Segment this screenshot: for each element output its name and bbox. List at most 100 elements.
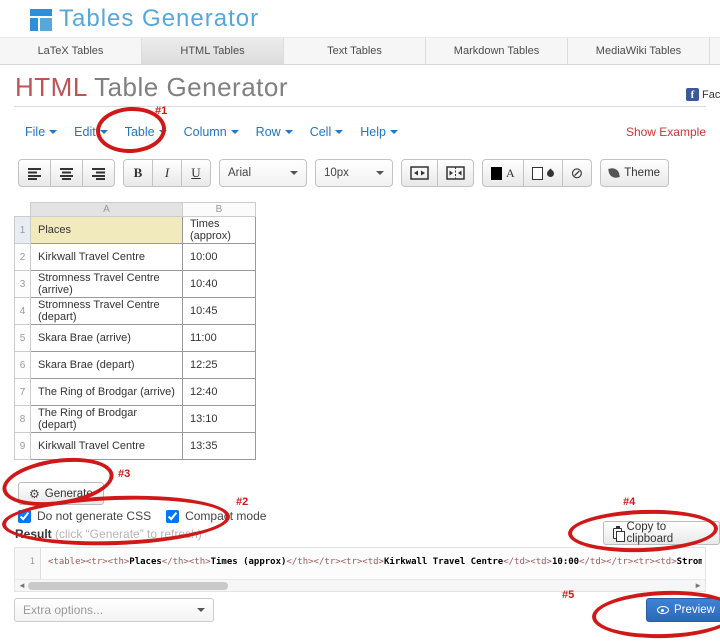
- extra-options-select[interactable]: Extra options...: [14, 598, 214, 622]
- row-number[interactable]: 6: [15, 352, 31, 379]
- grid-cell[interactable]: 11:00: [183, 325, 256, 352]
- grid-cell[interactable]: Places: [31, 217, 183, 244]
- table-row: 3Stromness Travel Centre (arrive)10:40: [15, 271, 256, 298]
- chevron-down-icon: [49, 130, 57, 134]
- compact-mode-wrap: Compact mode: [166, 509, 266, 523]
- grid-cell[interactable]: Kirkwall Travel Centre: [31, 433, 183, 460]
- menu-file[interactable]: File: [25, 125, 57, 139]
- grid-cell[interactable]: 10:40: [183, 271, 256, 298]
- generated-html-code[interactable]: <table><tr><th>Places</th><th>Times (app…: [48, 557, 702, 567]
- facebook-icon: f: [686, 88, 699, 101]
- horizontal-scrollbar[interactable]: ◄ ►: [15, 579, 705, 591]
- preview-button[interactable]: Preview: [646, 598, 720, 622]
- row-number[interactable]: 7: [15, 379, 31, 406]
- page-title-rest: Table Generator: [87, 72, 288, 102]
- tab-markdown-tables[interactable]: Markdown Tables: [426, 38, 568, 64]
- row-number[interactable]: 8: [15, 406, 31, 433]
- menu-table[interactable]: Table: [125, 125, 167, 139]
- droplet-icon: [545, 168, 555, 178]
- grid-cell[interactable]: 12:25: [183, 352, 256, 379]
- column-header-row: A B: [15, 203, 256, 217]
- chevron-down-icon: [231, 130, 239, 134]
- column-header-a[interactable]: A: [31, 203, 183, 217]
- spreadsheet-grid: A B 1PlacesTimes (approx)2Kirkwall Trave…: [14, 202, 256, 460]
- text-color-button[interactable]: A: [482, 159, 524, 187]
- grid-cell[interactable]: 12:40: [183, 379, 256, 406]
- compact-mode-checkbox[interactable]: [166, 510, 179, 523]
- table-row: 1PlacesTimes (approx): [15, 217, 256, 244]
- split-cell-icon: [446, 166, 465, 180]
- grid-cell[interactable]: Stromness Travel Centre (depart): [31, 298, 183, 325]
- tab-text-tables[interactable]: Text Tables: [284, 38, 426, 64]
- chevron-down-icon: [197, 608, 205, 612]
- page-title: HTML Table Generator: [15, 72, 288, 103]
- clear-formatting-button[interactable]: ⊘: [562, 159, 593, 187]
- split-cell-button[interactable]: [437, 159, 474, 187]
- bold-button[interactable]: B: [123, 159, 153, 187]
- underline-button[interactable]: U: [181, 159, 211, 187]
- table-row: 8The Ring of Brodgar (depart)13:10: [15, 406, 256, 433]
- grid-cell[interactable]: 10:45: [183, 298, 256, 325]
- tab-mediawiki-tables[interactable]: MediaWiki Tables: [568, 38, 710, 64]
- align-right-button[interactable]: [82, 159, 115, 187]
- grid-cell[interactable]: The Ring of Brodgar (arrive): [31, 379, 183, 406]
- grid-cell[interactable]: The Ring of Brodgar (depart): [31, 406, 183, 433]
- do-not-generate-css-label[interactable]: Do not generate CSS: [37, 509, 151, 523]
- grid-cell[interactable]: Kirkwall Travel Centre: [31, 244, 183, 271]
- result-hint: (click “Generate” to refresh): [52, 527, 202, 541]
- facebook-label: Facebook: [702, 89, 720, 101]
- page-title-accent: HTML: [15, 72, 87, 102]
- copy-to-clipboard-button[interactable]: Copy to clipboard: [603, 521, 720, 545]
- grid-corner[interactable]: [15, 203, 31, 217]
- row-number[interactable]: 4: [15, 298, 31, 325]
- compact-mode-label[interactable]: Compact mode: [185, 509, 266, 523]
- tab-html-tables[interactable]: HTML Tables: [142, 38, 284, 64]
- align-left-button[interactable]: [18, 159, 51, 187]
- row-number[interactable]: 2: [15, 244, 31, 271]
- generate-button[interactable]: ⚙ Generate: [18, 482, 104, 505]
- theme-button[interactable]: Theme: [600, 159, 669, 187]
- formatting-toolbar: B I U Arial 10px A ⊘ Theme: [18, 158, 669, 188]
- eye-icon: [657, 606, 669, 614]
- scroll-left-arrow-icon[interactable]: ◄: [18, 581, 26, 591]
- font-family-select[interactable]: Arial: [219, 159, 307, 187]
- font-size-select[interactable]: 10px: [315, 159, 393, 187]
- row-number[interactable]: 5: [15, 325, 31, 352]
- grid-cell[interactable]: Stromness Travel Centre (arrive): [31, 271, 183, 298]
- chevron-down-icon: [390, 130, 398, 134]
- align-center-button[interactable]: [50, 159, 83, 187]
- menubar: File Edit Table Column Row Cell Help Sho…: [25, 121, 706, 143]
- menu-cell[interactable]: Cell: [310, 125, 344, 139]
- merge-cells-button[interactable]: [401, 159, 438, 187]
- facebook-badge[interactable]: f Facebook: [686, 88, 720, 101]
- grid-cell[interactable]: 13:10: [183, 406, 256, 433]
- grid-cell[interactable]: 10:00: [183, 244, 256, 271]
- row-number[interactable]: 1: [15, 217, 31, 244]
- show-example-link[interactable]: Show Example: [626, 125, 706, 139]
- menu-column[interactable]: Column: [184, 125, 239, 139]
- generator-tabbar: LaTeX Tables HTML Tables Text Tables Mar…: [0, 37, 720, 65]
- menu-row[interactable]: Row: [256, 125, 293, 139]
- background-color-button[interactable]: [523, 159, 563, 187]
- code-line-number: 1: [15, 548, 41, 579]
- italic-button[interactable]: I: [152, 159, 182, 187]
- do-not-generate-css-checkbox[interactable]: [18, 510, 31, 523]
- table-row: 2Kirkwall Travel Centre10:00: [15, 244, 256, 271]
- menu-edit[interactable]: Edit: [74, 125, 108, 139]
- grid-cell[interactable]: Skara Brae (depart): [31, 352, 183, 379]
- align-center-icon: [59, 167, 74, 180]
- chevron-down-icon: [285, 130, 293, 134]
- scrollbar-thumb[interactable]: [28, 582, 228, 590]
- row-number[interactable]: 3: [15, 271, 31, 298]
- scroll-right-arrow-icon[interactable]: ►: [694, 581, 702, 591]
- grid-cell[interactable]: Skara Brae (arrive): [31, 325, 183, 352]
- column-header-b[interactable]: B: [183, 203, 256, 217]
- annotation-label-3: #3: [118, 468, 130, 480]
- grid-cell[interactable]: Times (approx): [183, 217, 256, 244]
- grid-cell[interactable]: 13:35: [183, 433, 256, 460]
- clear-formatting-icon: ⊘: [571, 166, 584, 181]
- gears-icon: ⚙: [29, 487, 40, 501]
- row-number[interactable]: 9: [15, 433, 31, 460]
- menu-help[interactable]: Help: [360, 125, 398, 139]
- tab-latex-tables[interactable]: LaTeX Tables: [0, 38, 142, 64]
